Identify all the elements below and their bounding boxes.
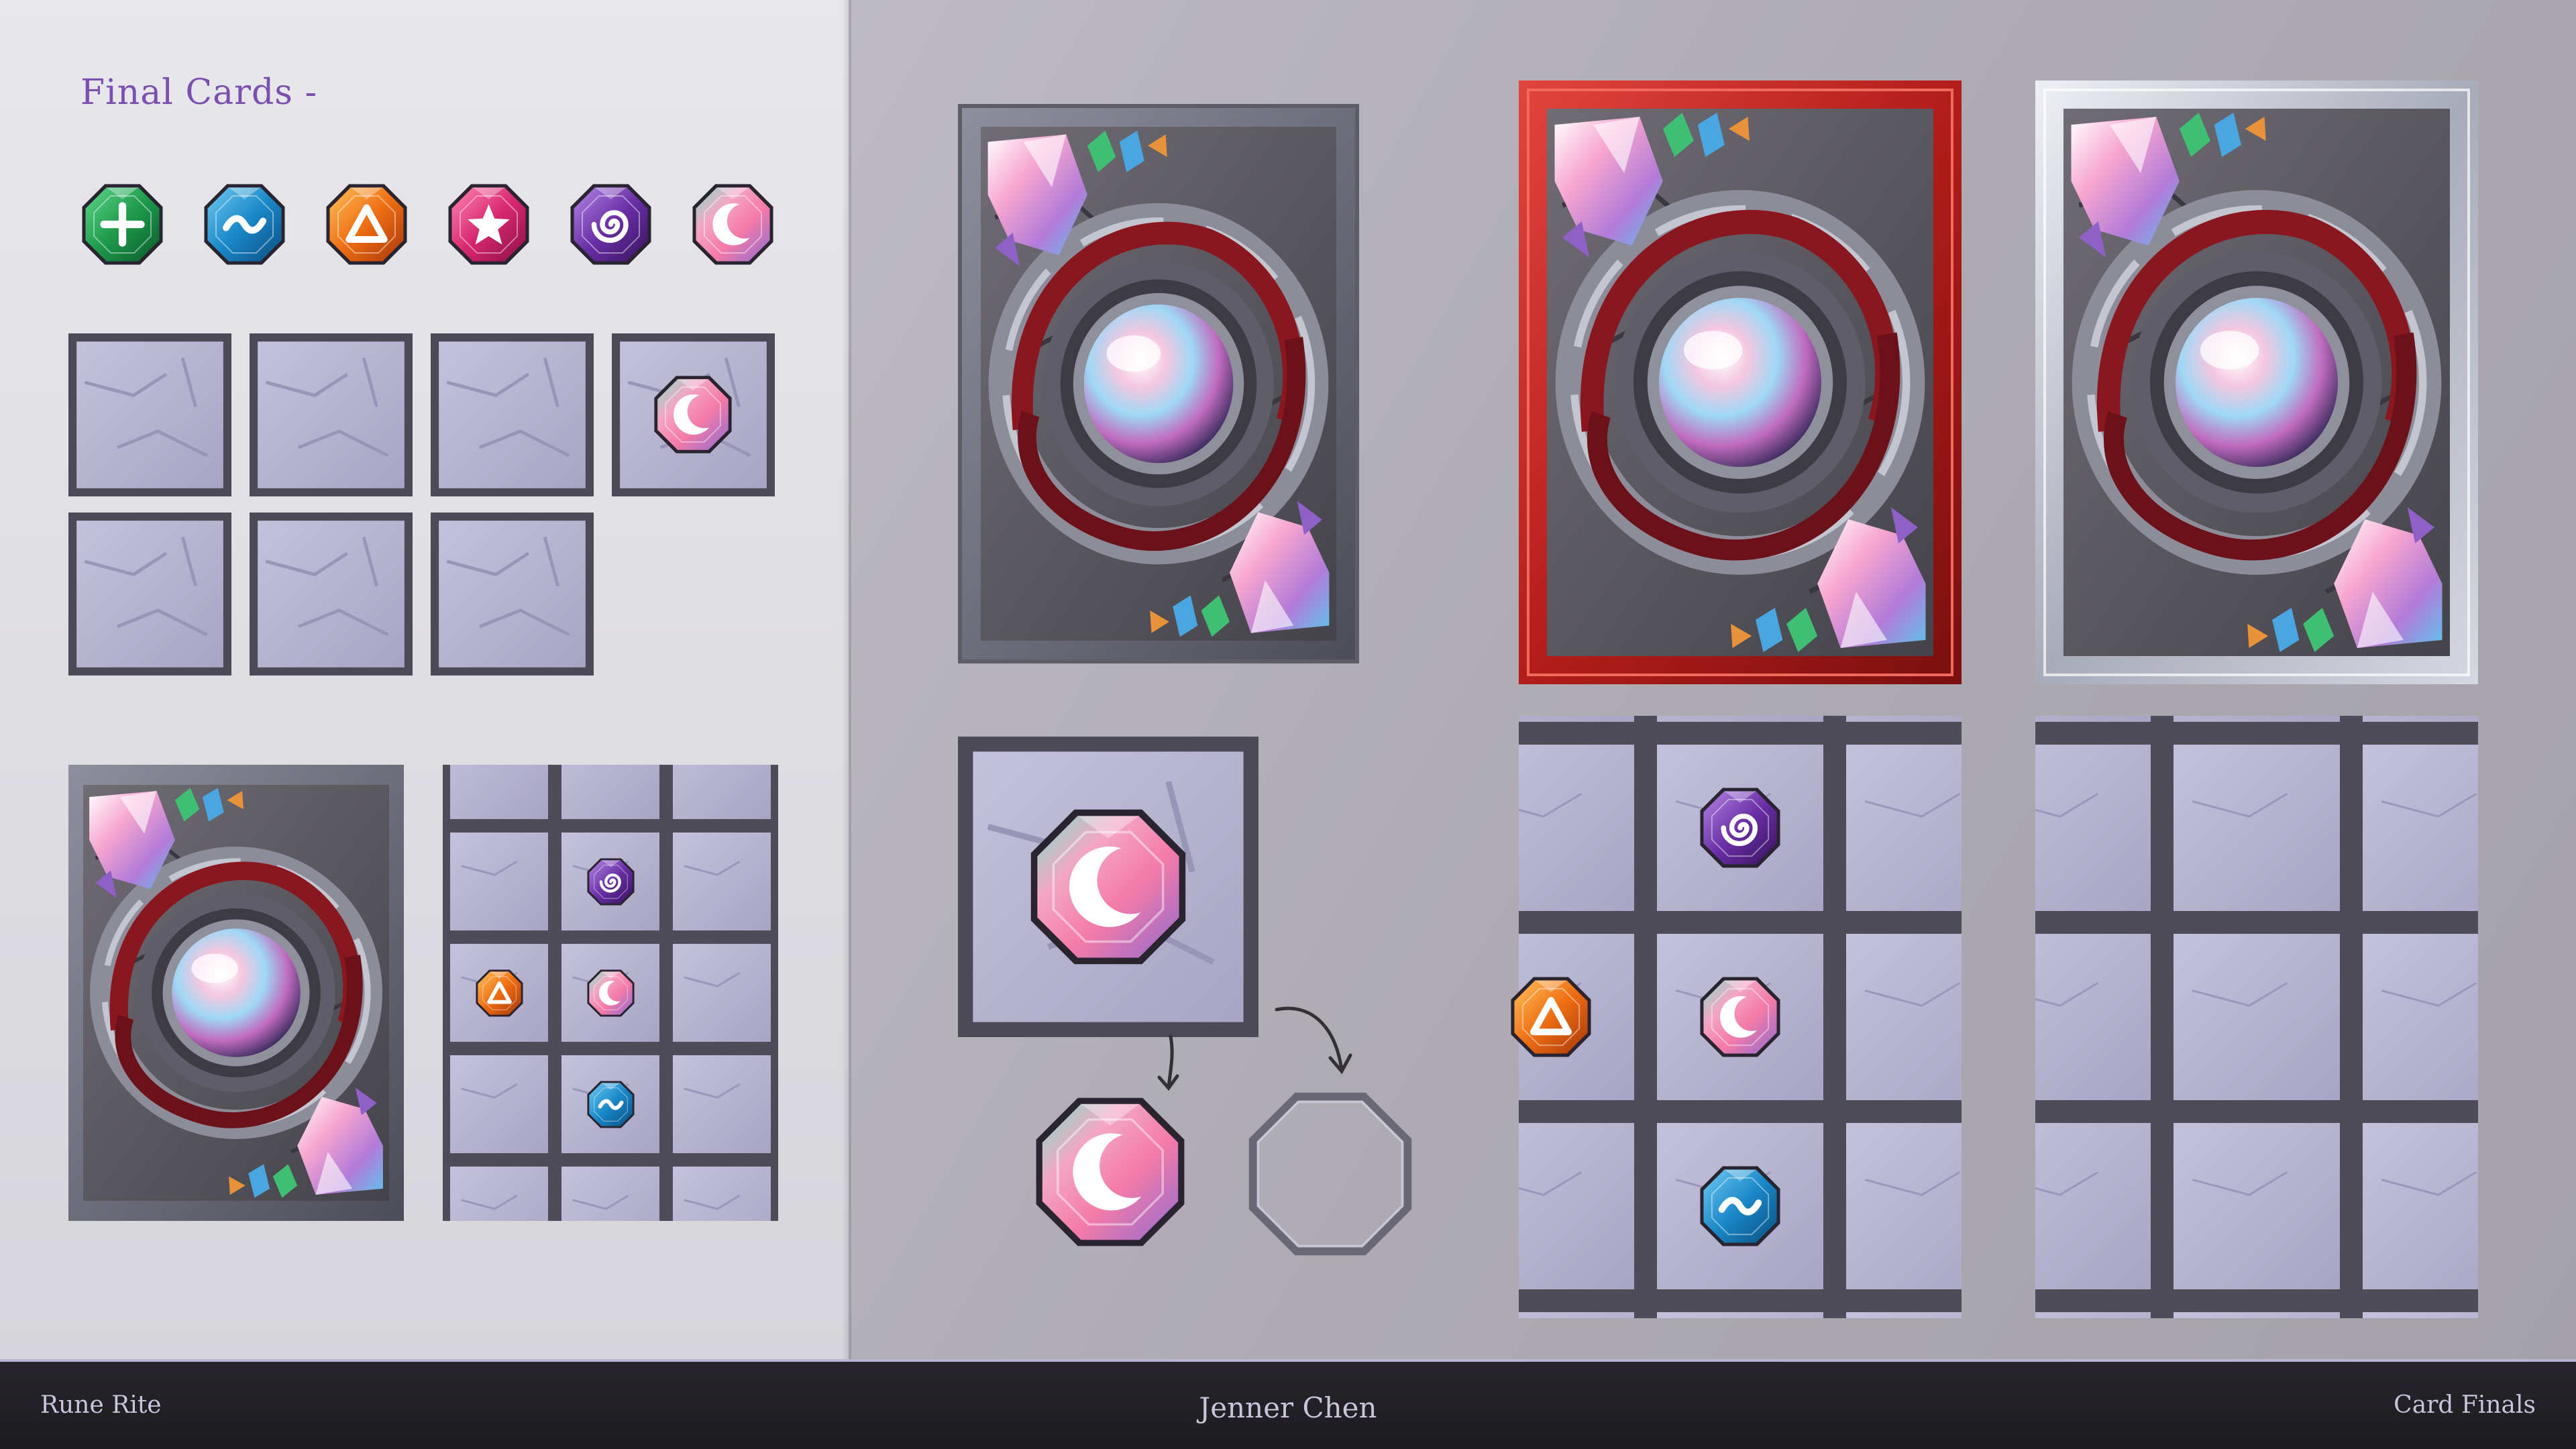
rune-gem-triangle bbox=[325, 182, 409, 266]
card-back-red-frame bbox=[1519, 80, 1962, 684]
triangle-rune-icon bbox=[475, 969, 523, 1017]
board-piece-spiral[interactable] bbox=[586, 857, 635, 906]
board-piece-spiral[interactable] bbox=[1699, 786, 1782, 869]
rune-gem-star bbox=[447, 182, 531, 266]
board-piece-triangle[interactable] bbox=[1509, 975, 1593, 1059]
tile-grid-small bbox=[68, 333, 773, 676]
footer-section-title: Card Finals bbox=[2394, 1391, 2536, 1419]
moon-rune-icon bbox=[1036, 1097, 1185, 1246]
stone-tile bbox=[431, 513, 594, 676]
board-grid bbox=[2035, 716, 2478, 1318]
rune-gem-plus bbox=[80, 182, 164, 266]
board-piece-moon[interactable] bbox=[586, 969, 635, 1018]
panel-divider bbox=[842, 0, 851, 1362]
wave-rune-icon bbox=[586, 1080, 635, 1128]
star-rune-icon bbox=[448, 184, 529, 265]
rune-gem-spiral bbox=[569, 182, 653, 266]
wave-rune-icon bbox=[1700, 1166, 1780, 1246]
game-board-empty bbox=[2035, 716, 2478, 1318]
plus-rune-icon bbox=[82, 184, 163, 265]
card-back-small bbox=[68, 765, 404, 1221]
octagon-frame-icon bbox=[1248, 1092, 1412, 1256]
game-board-with-runes bbox=[1511, 716, 1962, 1318]
board-piece-wave[interactable] bbox=[586, 1080, 635, 1129]
rune-gem-moon bbox=[691, 182, 775, 266]
triangle-rune-icon bbox=[326, 184, 407, 265]
board-piece-wave[interactable] bbox=[1699, 1165, 1782, 1248]
stone-tile bbox=[431, 333, 594, 496]
triangle-rune-icon bbox=[1511, 977, 1591, 1057]
footer-bar: Rune Rite Jenner Chen Card Finals bbox=[0, 1362, 2576, 1449]
wave-rune-icon bbox=[204, 184, 285, 265]
spiral-rune-icon bbox=[1700, 788, 1780, 868]
stone-tile bbox=[250, 333, 413, 496]
moon-rune-icon bbox=[586, 969, 635, 1017]
stone-tile bbox=[250, 513, 413, 676]
game-board-small bbox=[443, 765, 778, 1221]
rune-tile-detail bbox=[958, 737, 1258, 1037]
stone-tile-with-rune bbox=[612, 333, 775, 496]
moon-rune-icon bbox=[692, 184, 773, 265]
footer-author: Jenner Chen bbox=[1199, 1391, 1377, 1424]
board-piece-moon[interactable] bbox=[1699, 975, 1782, 1059]
rune-gem-row bbox=[80, 182, 773, 270]
stone-tile bbox=[68, 513, 231, 676]
card-back-silver-frame bbox=[2035, 80, 2478, 684]
moon-rune-icon bbox=[1700, 977, 1780, 1057]
arrow-down-icon bbox=[1157, 1034, 1179, 1091]
board-piece-triangle[interactable] bbox=[475, 969, 524, 1018]
spiral-rune-icon bbox=[586, 857, 635, 906]
moon-gem bbox=[653, 374, 733, 455]
moon-rune-icon bbox=[654, 376, 732, 453]
moon-gem bbox=[1028, 806, 1189, 967]
page-heading: Final Cards - bbox=[80, 72, 318, 113]
spiral-rune-icon bbox=[570, 184, 651, 265]
moon-rune-icon bbox=[1030, 809, 1186, 965]
rune-gem-wave bbox=[203, 182, 286, 266]
stone-tile bbox=[68, 333, 231, 496]
card-back-stone bbox=[958, 104, 1359, 663]
moon-gem-large bbox=[1033, 1095, 1187, 1249]
arrow-curve-icon bbox=[1275, 1006, 1352, 1075]
